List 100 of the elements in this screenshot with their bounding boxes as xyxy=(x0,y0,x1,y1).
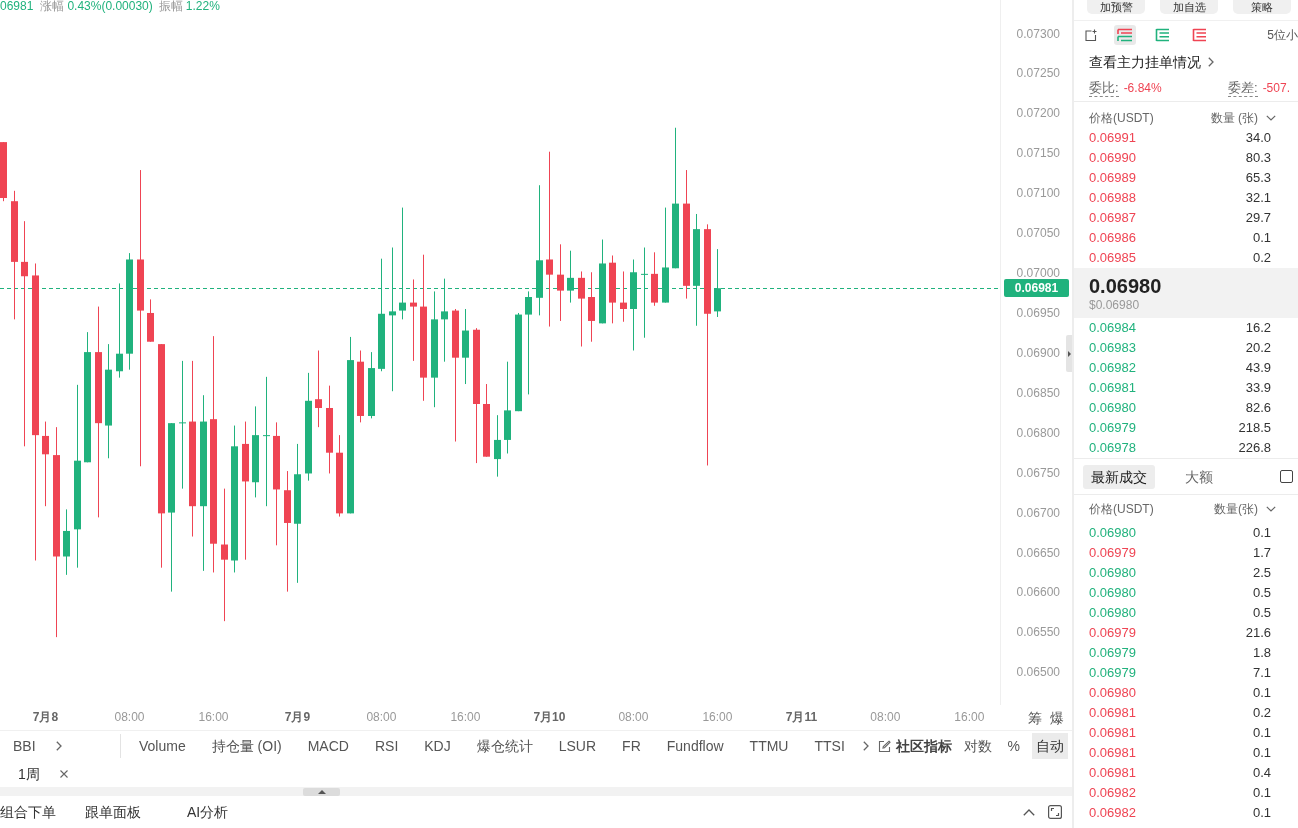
price-cell-text: 0.06982 xyxy=(1089,359,1136,378)
edit-icon[interactable] xyxy=(877,739,891,753)
chevron-up-icon[interactable] xyxy=(1023,808,1035,816)
triangle-right-icon xyxy=(1067,350,1071,357)
price-cell-text: 0.06979 xyxy=(1089,664,1136,683)
trade-tab[interactable]: 最新成交 xyxy=(1083,464,1155,489)
large-trades-checkbox[interactable] xyxy=(1280,470,1293,483)
indicator-tab[interactable]: TTMU xyxy=(749,737,789,755)
action-button[interactable]: 加预警 xyxy=(1087,0,1145,14)
price-cell-text: 0.06979 xyxy=(1089,419,1136,438)
amount-cell-text: 2.5 xyxy=(1252,564,1271,583)
amount-cell-text: 0.2 xyxy=(1252,704,1271,723)
price-cell-text: 0.06981 xyxy=(1089,704,1136,723)
price-cell-text: 0.06978 xyxy=(1089,439,1136,458)
indicator-tab[interactable]: Fundflow xyxy=(666,737,724,755)
indicator-tab[interactable]: FR xyxy=(622,737,641,755)
price-axis-label: 0.06600 xyxy=(1016,585,1060,600)
column-header: 价格(USDT) xyxy=(1089,501,1154,518)
candle xyxy=(147,298,154,343)
price-axis-label: 0.06800 xyxy=(1016,425,1060,440)
amount-unit-dropdown[interactable]: 数量 (张) xyxy=(1210,109,1276,127)
amplitude-label: 振幅 xyxy=(158,0,183,13)
price-cell-text: 0.06979 xyxy=(1089,544,1136,563)
price-cell-text: 0.06986 xyxy=(1089,229,1136,248)
panel-tab[interactable]: AI分析 xyxy=(187,802,229,822)
candle xyxy=(620,270,627,323)
diff-value: -507. xyxy=(1262,80,1290,97)
precision-dropdown[interactable]: 5位小 xyxy=(1267,26,1298,44)
indicator-tab[interactable]: RSI xyxy=(374,737,399,755)
price-cell-text: 0.06980 xyxy=(1089,524,1136,543)
price-cell-text: 0.06980 xyxy=(1089,399,1136,418)
amount-cell-text: 43.9 xyxy=(1245,359,1271,378)
chart-tool-button[interactable]: 爆 xyxy=(1050,710,1064,725)
scale-option[interactable]: 对数 xyxy=(959,733,996,759)
amount-cell-text: 218.5 xyxy=(1238,419,1271,438)
price-cell-text: 0.06983 xyxy=(1089,339,1136,358)
price-axis-label: 0.07000 xyxy=(1016,266,1060,281)
amount-cell-text: 0.2 xyxy=(1252,249,1271,268)
chart-tool-button[interactable]: 筹 xyxy=(1028,710,1042,725)
chevron-right-icon[interactable] xyxy=(55,741,62,751)
amount-cell-text: 20.2 xyxy=(1245,339,1271,358)
amount-cell-text: 80.3 xyxy=(1245,149,1271,168)
price-axis-label: 0.07250 xyxy=(1016,66,1060,81)
amount-cell-text: 0.5 xyxy=(1252,604,1271,623)
asks-list-icon xyxy=(1191,28,1207,42)
indicator-tab[interactable]: MACD xyxy=(307,737,349,755)
book-view-tab[interactable] xyxy=(1114,25,1136,45)
chevron-right-icon[interactable] xyxy=(862,741,869,751)
amount-cell-text: 0.4 xyxy=(1252,764,1271,783)
price-cell-text: 0.06980 xyxy=(1089,604,1136,623)
main-orders-link[interactable]: 查看主力挂单情况 xyxy=(1089,51,1214,73)
panel-tab[interactable]: 组合下单 xyxy=(0,802,56,822)
last-price-usd: $0.06980 xyxy=(1089,298,1141,312)
amount-unit-dropdown[interactable]: 数量(张) xyxy=(1214,500,1276,518)
price-axis-label: 0.07100 xyxy=(1016,186,1060,201)
scale-option[interactable]: 自动 xyxy=(1032,733,1068,759)
close-icon[interactable] xyxy=(59,770,68,778)
community-indicators-button[interactable]: 社区指标 xyxy=(895,737,952,755)
action-button[interactable]: 加自选 xyxy=(1160,0,1218,14)
candle xyxy=(714,248,721,318)
indicator-tab[interactable]: TTSI xyxy=(814,737,845,755)
price-axis-label: 0.07300 xyxy=(1016,26,1060,41)
panel-tab[interactable]: 跟单面板 xyxy=(85,802,141,822)
indicator-tab[interactable]: Volume xyxy=(139,737,186,755)
amount-cell-text: 0.1 xyxy=(1252,744,1271,763)
price-cell-text: 0.06981 xyxy=(1089,744,1136,763)
price-cell-text: 0.06988 xyxy=(1089,189,1136,208)
time-axis-label: 08:00 xyxy=(618,710,649,724)
amount-cell-text: 226.8 xyxy=(1238,439,1271,458)
price-axis-label: 0.06750 xyxy=(1016,465,1060,480)
chevron-down-icon[interactable] xyxy=(1266,115,1276,121)
amount-cell-text: 0.1 xyxy=(1252,684,1271,703)
indicator-tab[interactable]: LSUR xyxy=(558,737,597,755)
last-price-tag: 0.06981 xyxy=(1004,279,1069,298)
time-axis-label: 08:00 xyxy=(366,710,397,724)
split-list-icon xyxy=(1117,28,1133,42)
amount-cell-text: 0.1 xyxy=(1252,229,1271,248)
amount-cell-text: 1.8 xyxy=(1252,644,1271,663)
diff-label: 委差: xyxy=(1228,79,1258,97)
amount-cell-text: 0.1 xyxy=(1252,724,1271,743)
collapse-handle[interactable] xyxy=(303,787,340,796)
price-cell-text: 0.06982 xyxy=(1089,784,1136,803)
amount-cell-text: 7.1 xyxy=(1252,664,1271,683)
column-header: 价格(USDT) xyxy=(1089,110,1154,127)
trade-tab[interactable]: 大额 xyxy=(1177,464,1221,489)
amount-cell-text: 21.6 xyxy=(1245,624,1271,643)
amount-cell-text: 82.6 xyxy=(1245,399,1271,418)
indicator-tab[interactable]: KDJ xyxy=(424,737,451,755)
indicator-tab[interactable]: BBI xyxy=(13,737,36,755)
indicator-tab[interactable]: 持仓量 (OI) xyxy=(211,737,282,755)
amount-cell-text: 0.1 xyxy=(1252,784,1271,803)
chevron-down-icon[interactable] xyxy=(1266,506,1276,512)
chevron-right-icon[interactable] xyxy=(1208,57,1214,67)
add-window-icon[interactable] xyxy=(1085,29,1097,41)
indicator-tab[interactable]: 爆仓统计 xyxy=(476,737,533,755)
price-cell-text: 0.06981 xyxy=(1089,764,1136,783)
scale-option[interactable]: % xyxy=(1003,733,1024,759)
action-button[interactable]: 策略 xyxy=(1233,0,1291,14)
expand-icon[interactable] xyxy=(1048,805,1062,819)
panel-toggle-button[interactable] xyxy=(1066,335,1072,372)
